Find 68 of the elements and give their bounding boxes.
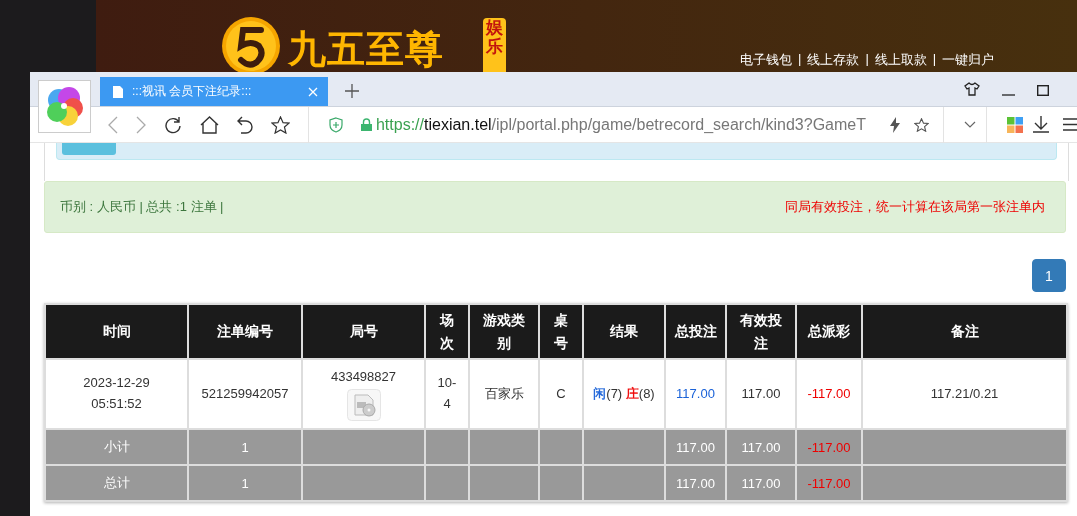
link-separator: | (865, 51, 869, 68)
column-header: 场次 (425, 304, 469, 359)
table-cell: 117.00 (665, 359, 726, 429)
star-icon[interactable] (271, 115, 290, 134)
shirt-icon[interactable] (964, 82, 980, 96)
page-icon (112, 84, 124, 99)
column-header: 结果 (583, 304, 665, 359)
column-header: 桌号 (539, 304, 583, 359)
table-cell: 小计 (45, 429, 188, 465)
table-cell: 闲(7) 庄(8) (583, 359, 665, 429)
download-icon[interactable] (1033, 116, 1049, 133)
home-icon[interactable] (200, 115, 219, 134)
apps-icon[interactable] (1007, 116, 1023, 133)
nav-link[interactable]: 线上取款 (874, 51, 927, 69)
table-cell (425, 429, 469, 465)
maximize-icon[interactable] (1037, 85, 1049, 96)
nav-link[interactable]: 电子钱包 (740, 51, 792, 69)
lightning-icon[interactable] (890, 116, 901, 133)
star-icon[interactable] (914, 117, 930, 132)
lock-icon (360, 118, 372, 131)
column-header: 游戏类别 (469, 304, 539, 359)
shield-icon[interactable] (328, 116, 343, 133)
table-cell: 117.00 (726, 429, 796, 465)
undo-icon[interactable] (237, 115, 253, 134)
column-header: 总投注 (665, 304, 726, 359)
table-cell: 1 (188, 429, 302, 465)
chevron-down-icon[interactable] (964, 121, 977, 128)
column-header: 备注 (862, 304, 1067, 359)
column-header: 总派彩 (796, 304, 862, 359)
table-cell: 117.00 (726, 359, 796, 429)
table-cell: -117.00 (796, 465, 862, 501)
link-separator: | (932, 51, 937, 68)
column-header: 局号 (302, 304, 425, 359)
table-cell: 总计 (45, 465, 188, 501)
table-cell (469, 465, 539, 501)
link-separator: | (798, 51, 802, 68)
table-cell: 1 (188, 465, 302, 501)
table-cell: 10-4 (425, 359, 469, 429)
table-cell: 117.00 (726, 465, 796, 501)
page-button[interactable]: 1 (1032, 259, 1066, 292)
table-cell: 521259942057 (188, 359, 302, 429)
table-cell: 117.21/0.21 (862, 359, 1067, 429)
table-cell (539, 465, 583, 501)
table-cell: 2023-12-29 05:51:52 (45, 359, 188, 429)
table-cell: C (539, 359, 583, 429)
table-cell: 117.00 (665, 429, 726, 465)
summary-text: 币别 : 人民币 | 总共 :1 注单 | (60, 198, 224, 216)
notice-text: 同局有效投注，统一计算在该局第一张注单内 (785, 198, 1045, 216)
table-cell: 117.00 (665, 465, 726, 501)
menu-icon[interactable] (1063, 118, 1077, 131)
logo-text: 九五至尊 (288, 27, 444, 72)
table-cell (469, 429, 539, 465)
table-cell (539, 429, 583, 465)
column-header: 注单编号 (188, 304, 302, 359)
table-cell: -117.00 (796, 359, 862, 429)
column-header: 有效投注 (726, 304, 796, 359)
table-cell: 433498827 (302, 359, 425, 429)
nav-link[interactable]: 一键归户 (942, 51, 995, 69)
browser-logo-icon[interactable] (38, 80, 91, 133)
close-icon[interactable] (308, 86, 318, 97)
new-tab-icon[interactable] (345, 84, 359, 98)
reload-icon[interactable] (164, 115, 182, 134)
table-cell: 百家乐 (469, 359, 539, 429)
column-header: 时间 (45, 304, 188, 359)
nav-link[interactable]: 线上存款 (807, 51, 860, 69)
table-cell: -117.00 (796, 429, 862, 465)
table-cell (425, 465, 469, 501)
address-field[interactable]: https://tiexian.tel/ipl/portal.php/game/betrecord_search/kind3?GameT (375, 115, 881, 134)
